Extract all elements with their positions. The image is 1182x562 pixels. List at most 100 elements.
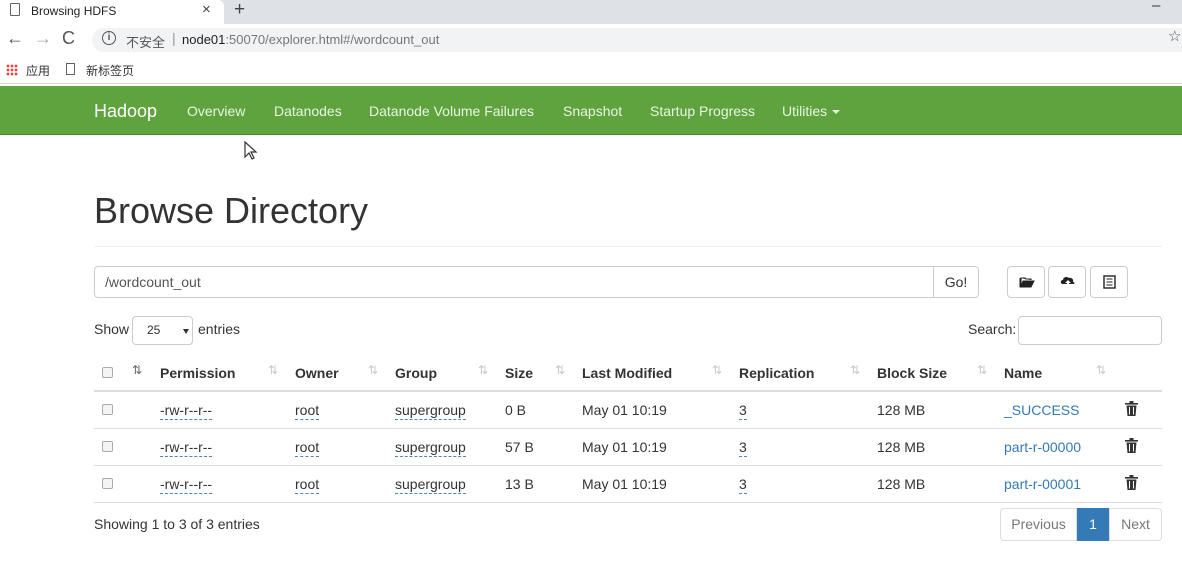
col-permission[interactable]: Permission — [160, 365, 235, 381]
cell-last-modified: May 01 10:19 — [582, 439, 667, 455]
back-icon[interactable]: ← — [6, 28, 24, 49]
cut-paste-button[interactable] — [1090, 266, 1128, 298]
trash-icon[interactable] — [1125, 401, 1138, 416]
address-bar: ← → C i 不安全 | node01:50070/explorer.html… — [0, 24, 1182, 56]
list-alt-icon — [1103, 275, 1116, 289]
cell-group[interactable]: supergroup — [395, 476, 466, 494]
col-name[interactable]: Name — [1004, 365, 1042, 381]
cell-owner[interactable]: root — [295, 439, 320, 457]
select-all-checkbox[interactable] — [102, 367, 113, 378]
nav-utilities-label: Utilities — [782, 103, 828, 119]
trash-icon[interactable] — [1125, 475, 1138, 490]
cell-block-size: 128 MB — [877, 439, 926, 455]
select-caret-icon — [183, 329, 189, 334]
table-info: Showing 1 to 3 of 3 entries — [94, 516, 260, 532]
nav-startup-progress[interactable]: Startup Progress — [650, 103, 755, 119]
title-divider — [94, 246, 1162, 247]
apps-grid-icon[interactable] — [6, 64, 18, 76]
upload-files-button[interactable] — [1048, 266, 1086, 298]
sort-icon[interactable]: ⇅ — [850, 363, 860, 377]
cell-permission[interactable]: -rw-r--r-- — [160, 439, 213, 457]
previous-page-button[interactable]: Previous — [1000, 508, 1077, 541]
sort-icon[interactable]: ⇅ — [132, 363, 142, 377]
security-label: 不安全 — [126, 35, 166, 50]
navbar-brand[interactable]: Hadoop — [94, 101, 157, 122]
sort-icon[interactable]: ⇅ — [977, 363, 987, 377]
col-block-size[interactable]: Block Size — [877, 365, 947, 381]
bookmark-new-tab-page[interactable]: 新标签页 — [86, 62, 134, 79]
table-header: ⇅ Permission ⇅ Owner ⇅ Group ⇅ Size ⇅ La… — [94, 355, 1162, 392]
caret-down-icon — [832, 110, 841, 115]
cell-permission[interactable]: -rw-r--r-- — [160, 476, 213, 494]
go-button[interactable]: Go! — [933, 266, 979, 298]
forward-icon[interactable]: → — [34, 28, 52, 49]
bookmarks-bar: 应用 新标签页 — [0, 56, 1182, 84]
cell-owner[interactable]: root — [295, 402, 320, 420]
col-last-modified[interactable]: Last Modified — [582, 365, 672, 381]
col-owner[interactable]: Owner — [295, 365, 339, 381]
url-separator: | — [172, 30, 176, 46]
cell-size: 0 B — [505, 402, 527, 418]
cloud-upload-icon — [1060, 276, 1075, 287]
cell-replication[interactable]: 3 — [739, 476, 747, 494]
row-checkbox[interactable] — [102, 478, 113, 489]
cell-group[interactable]: supergroup — [395, 402, 466, 420]
cell-replication[interactable]: 3 — [739, 402, 747, 420]
next-page-button[interactable]: Next — [1109, 508, 1162, 541]
minimize-icon[interactable]: – — [1152, 0, 1160, 14]
new-tab-icon[interactable]: + — [234, 0, 245, 21]
page-icon — [66, 63, 75, 75]
sort-icon[interactable]: ⇅ — [712, 363, 722, 377]
sort-icon[interactable]: ⇅ — [368, 363, 378, 377]
url-host: node01 — [182, 32, 226, 47]
cell-last-modified: May 01 10:19 — [582, 402, 667, 418]
reload-icon[interactable]: C — [62, 28, 75, 49]
cell-name-link[interactable]: part-r-00000 — [1004, 439, 1081, 455]
sort-icon[interactable]: ⇅ — [1096, 363, 1106, 377]
col-size[interactable]: Size — [505, 365, 533, 381]
sort-icon[interactable]: ⇅ — [478, 363, 488, 377]
cell-name-link[interactable]: part-r-00001 — [1004, 476, 1081, 492]
cell-size: 13 B — [505, 476, 534, 492]
entries-select-value: 25 — [147, 323, 161, 337]
folder-open-icon — [1019, 277, 1035, 288]
table-row: -rw-r--r-- root supergroup 13 B May 01 1… — [94, 466, 1162, 503]
col-replication[interactable]: Replication — [739, 365, 814, 381]
table-row: -rw-r--r-- root supergroup 57 B May 01 1… — [94, 429, 1162, 466]
search-input[interactable] — [1018, 316, 1162, 345]
page-icon — [10, 3, 20, 16]
browser-tab[interactable]: Browsing HDFS × — [0, 0, 224, 24]
row-checkbox[interactable] — [102, 404, 113, 415]
info-icon[interactable]: i — [102, 31, 116, 45]
cell-size: 57 B — [505, 439, 534, 455]
nav-overview[interactable]: Overview — [187, 103, 245, 119]
cell-name-link[interactable]: _SUCCESS — [1004, 402, 1079, 418]
table-row: -rw-r--r-- root supergroup 0 B May 01 10… — [94, 392, 1162, 429]
cell-owner[interactable]: root — [295, 476, 320, 494]
cell-replication[interactable]: 3 — [739, 439, 747, 457]
directory-path-input[interactable]: /wordcount_out — [94, 266, 934, 298]
bookmark-apps[interactable]: 应用 — [26, 62, 50, 79]
trash-icon[interactable] — [1125, 438, 1138, 453]
nav-datanodes[interactable]: Datanodes — [274, 103, 342, 119]
url-field[interactable]: i 不安全 | node01:50070/explorer.html#/word… — [92, 28, 1182, 52]
sort-icon[interactable]: ⇅ — [268, 363, 278, 377]
bookmark-star-icon[interactable]: ☆ — [1168, 27, 1181, 45]
nav-utilities-dropdown[interactable]: Utilities — [782, 103, 841, 119]
cell-group[interactable]: supergroup — [395, 439, 466, 457]
url-text: node01:50070/explorer.html#/wordcount_ou… — [182, 32, 439, 47]
search-label: Search: — [968, 321, 1017, 337]
sort-icon[interactable]: ⇅ — [555, 363, 565, 377]
create-directory-button[interactable] — [1007, 266, 1045, 298]
nav-datanode-volume-failures[interactable]: Datanode Volume Failures — [369, 103, 534, 119]
cell-last-modified: May 01 10:19 — [582, 476, 667, 492]
close-tab-icon[interactable]: × — [202, 1, 211, 18]
row-checkbox[interactable] — [102, 441, 113, 452]
nav-snapshot[interactable]: Snapshot — [563, 103, 622, 119]
cell-permission[interactable]: -rw-r--r-- — [160, 402, 213, 420]
col-group[interactable]: Group — [395, 365, 437, 381]
browser-tab-bar: Browsing HDFS × + – — [0, 0, 1182, 24]
hadoop-navbar: Hadoop Overview Datanodes Datanode Volum… — [0, 86, 1182, 135]
page-1-button[interactable]: 1 — [1077, 508, 1109, 541]
entries-per-page-select[interactable]: 25 — [132, 316, 193, 345]
